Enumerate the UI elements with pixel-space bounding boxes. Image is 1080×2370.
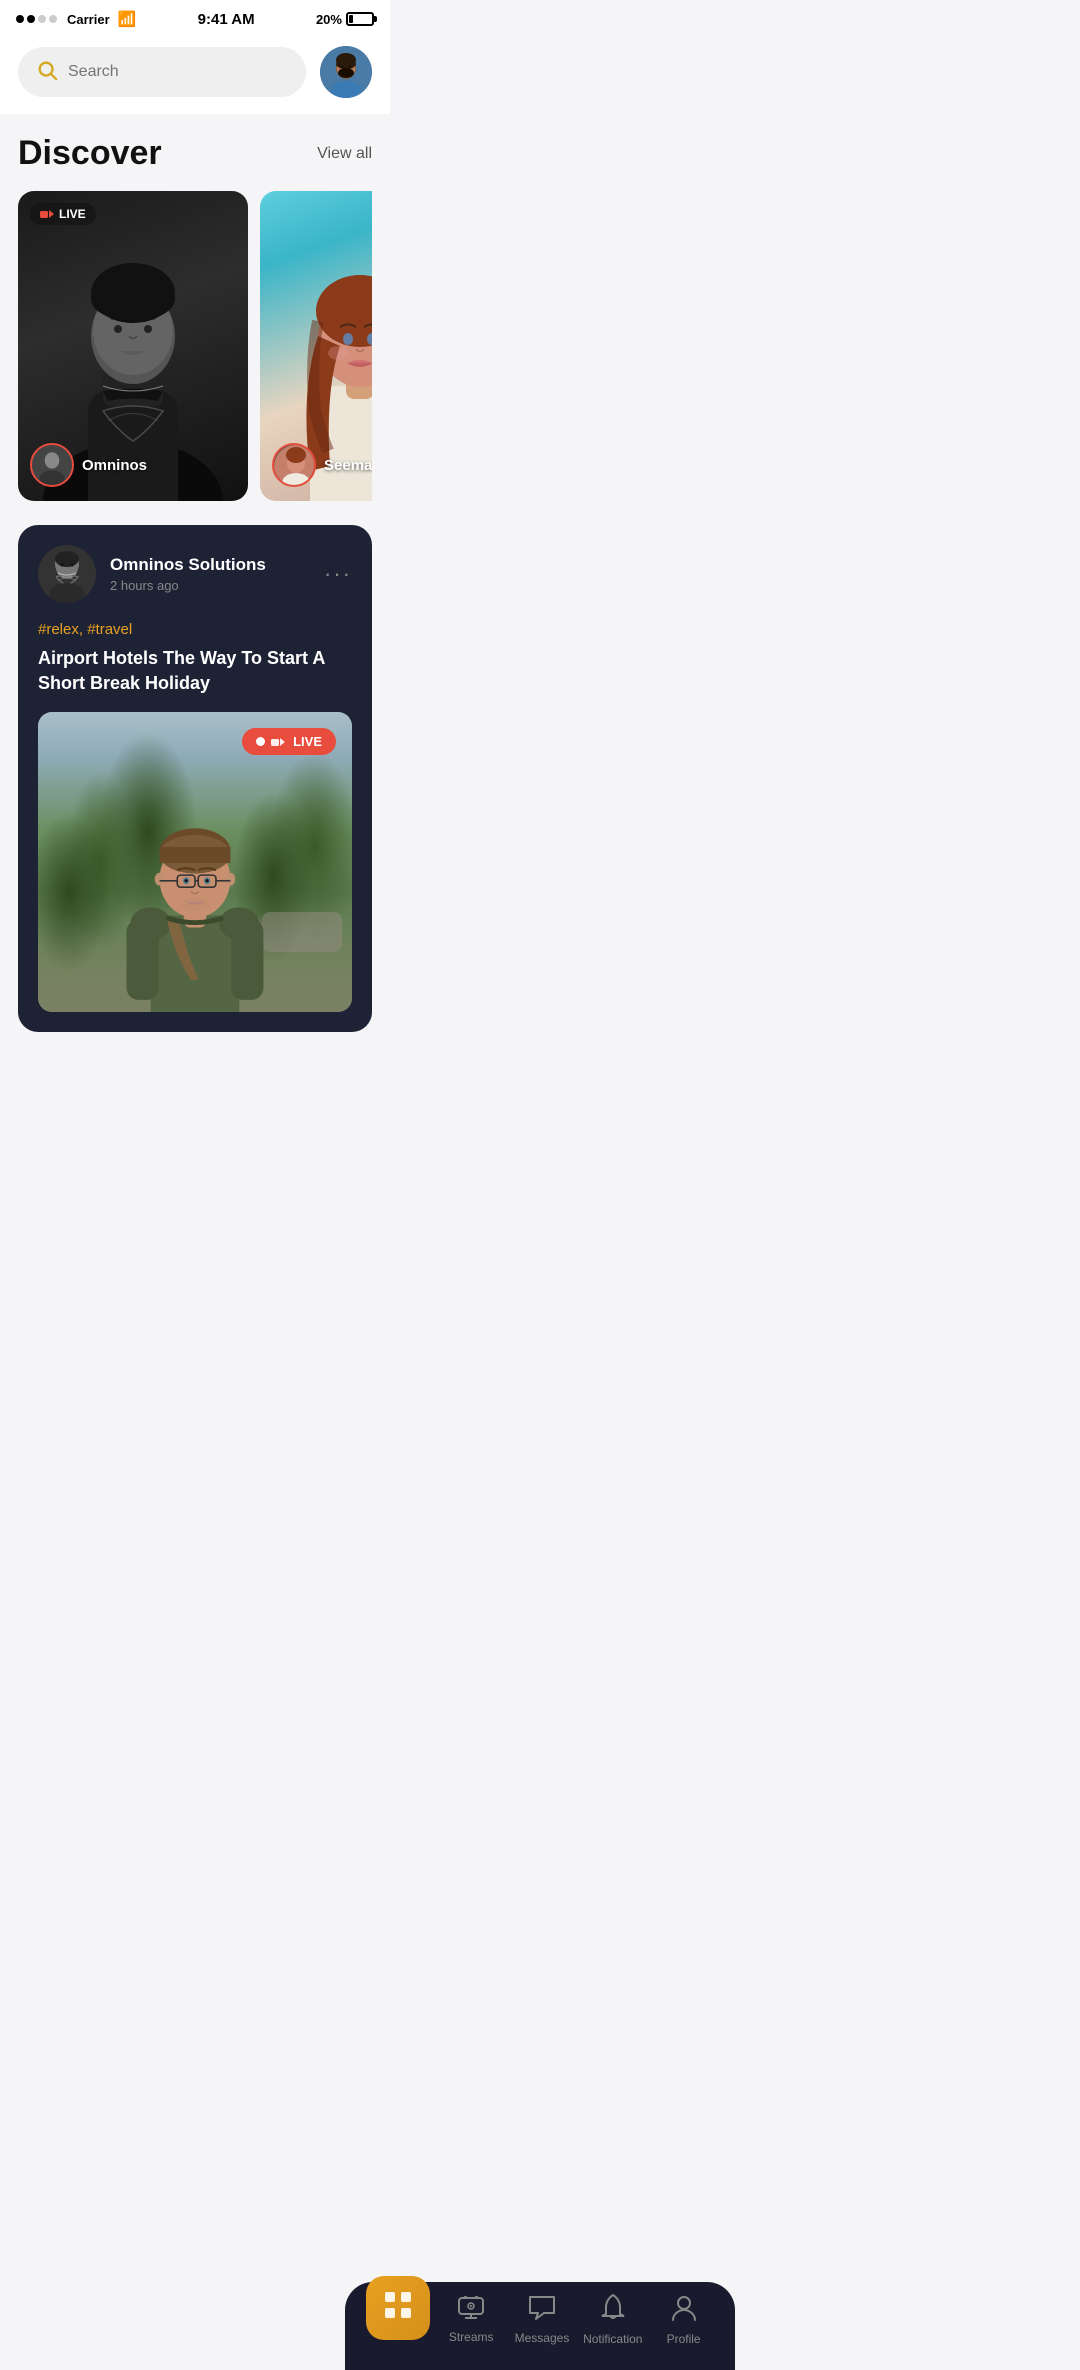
discover-section: Discover View all [0, 114, 390, 521]
post-card: Omninos Solutions 2 hours ago ··· #relex… [18, 525, 372, 1032]
profile-icon [671, 2294, 697, 2327]
post-avatar [38, 545, 96, 603]
bottom-nav: Streams Messages Notification Profile [345, 2282, 735, 2370]
nav-label-profile: Profile [667, 2332, 701, 2346]
live-card-seema[interactable]: Seema [260, 191, 372, 501]
nav-item-notification[interactable]: Notification [583, 2294, 643, 2346]
post-header: Omninos Solutions 2 hours ago ··· [38, 545, 352, 603]
live-badge-omninos: LIVE [30, 203, 96, 225]
card-avatar-omninos [30, 443, 74, 487]
nav-label-messages: Messages [515, 2331, 570, 2345]
nav-label-streams: Streams [449, 2330, 494, 2344]
notification-icon [600, 2294, 626, 2327]
carrier-label: Carrier [67, 12, 110, 27]
header [0, 34, 390, 114]
card-name-seema: Seema [324, 457, 372, 474]
live-cards-row: LIVE Omninos [18, 191, 372, 505]
post-username: Omninos Solutions [110, 555, 310, 575]
card-person-info-seema: Seema [272, 443, 372, 487]
post-live-label: LIVE [293, 734, 322, 749]
discover-header: Discover View all [18, 134, 372, 173]
post-user-info: Omninos Solutions 2 hours ago [110, 555, 310, 593]
nav-center-icon [383, 2290, 413, 2327]
discover-title: Discover [18, 134, 162, 173]
post-image[interactable]: LIVE [38, 712, 352, 1012]
search-bar[interactable] [18, 47, 306, 97]
nav-center-home[interactable] [366, 2276, 430, 2340]
battery-percentage: 20% [316, 12, 342, 27]
battery-icon [346, 12, 374, 26]
live-card-omninos[interactable]: LIVE Omninos [18, 191, 248, 501]
post-tags: #relex, #travel [38, 621, 352, 638]
card-avatar-seema [272, 443, 316, 487]
wifi-icon: 📶 [118, 10, 137, 28]
search-icon [36, 59, 58, 85]
nav-item-profile[interactable]: Profile [654, 2294, 714, 2346]
user-avatar-header[interactable] [320, 46, 372, 98]
post-menu-button[interactable]: ··· [324, 561, 352, 587]
post-title: Airport Hotels The Way To Start A Short … [38, 646, 352, 696]
post-time: 2 hours ago [110, 578, 310, 593]
nav-item-messages[interactable]: Messages [512, 2295, 572, 2345]
nav-label-notification: Notification [583, 2332, 642, 2346]
post-live-badge: LIVE [242, 728, 336, 755]
view-all-button[interactable]: View all [317, 145, 372, 163]
search-input[interactable] [68, 63, 288, 81]
status-bar: Carrier 📶 9:41 AM 20% [0, 0, 390, 34]
post-section: Omninos Solutions 2 hours ago ··· #relex… [0, 525, 390, 1132]
status-time: 9:41 AM [198, 11, 255, 28]
streams-icon [457, 2296, 485, 2325]
card-name-omninos: Omninos [82, 457, 147, 474]
nav-item-streams[interactable]: Streams [441, 2296, 501, 2344]
messages-icon [528, 2295, 556, 2326]
card-person-info-omninos: Omninos [30, 443, 147, 487]
